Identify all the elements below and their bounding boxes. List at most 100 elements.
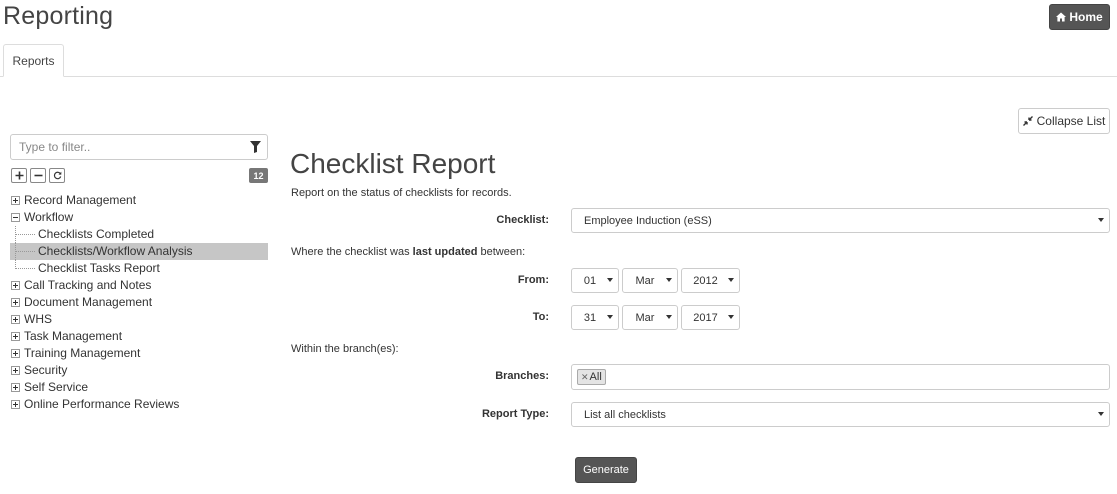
branch-tag: ✕ All [577, 369, 606, 385]
last-updated-prefix: Where the checklist was [291, 246, 413, 258]
tree-node-label: Checklists/Workflow Analysis [38, 244, 193, 258]
tree-node-security[interactable]: Security [10, 362, 268, 379]
tree-node-label: Checklist Tasks Report [38, 261, 160, 275]
report-type-select[interactable]: List all checklists [571, 402, 1110, 427]
checklist-label: Checklist: [496, 214, 549, 226]
tree-node-training-management[interactable]: Training Management [10, 345, 268, 362]
tree-node-label: Self Service [24, 380, 89, 394]
tree-node-workflow[interactable]: Workflow [10, 209, 268, 226]
tabs-divider [0, 76, 1117, 77]
refresh-icon [53, 171, 61, 180]
tree-node-label: Security [24, 363, 68, 377]
report-count-badge: 12 [249, 168, 268, 183]
collapse-list-button[interactable]: Collapse List [1018, 108, 1110, 134]
last-updated-bold: last updated [412, 246, 478, 258]
tree-node-label: Online Performance Reviews [24, 397, 180, 411]
report-title: Checklist Report [290, 148, 496, 179]
chevron-down-icon [728, 315, 734, 319]
chevron-down-icon [607, 278, 613, 282]
tree-node-document-management[interactable]: Document Management [10, 294, 268, 311]
minus-icon [34, 174, 42, 177]
home-icon [1056, 12, 1067, 22]
plus-icon [15, 171, 23, 180]
expand-icon[interactable] [11, 383, 20, 392]
collapse-list-label: Collapse List [1036, 114, 1106, 128]
from-year-select[interactable]: 2012 [681, 268, 740, 293]
tree-node-call-tracking[interactable]: Call Tracking and Notes [10, 277, 268, 294]
tree-node-label: Checklists Completed [38, 227, 155, 241]
last-updated-text: Where the checklist was last updated bet… [291, 246, 525, 258]
tree-node-online-performance-reviews[interactable]: Online Performance Reviews [10, 396, 268, 413]
tree-node-label: Record Management [24, 193, 137, 207]
checklist-select[interactable]: Employee Induction (eSS) [571, 208, 1110, 233]
report-description: Report on the status of checklists for r… [291, 187, 512, 199]
tree-node-checklists-workflow-analysis[interactable]: Checklists/Workflow Analysis [10, 243, 268, 260]
home-button-label: Home [1069, 10, 1103, 24]
tree-connector [15, 251, 35, 252]
report-type-value: List all checklists [584, 408, 666, 421]
chevron-down-icon [607, 315, 613, 319]
chevron-down-icon [728, 278, 734, 282]
page-title: Reporting [3, 2, 114, 30]
filter-icon[interactable] [250, 141, 261, 153]
remove-tag-icon[interactable]: ✕ [581, 372, 589, 383]
from-year-value: 2012 [693, 274, 718, 287]
compress-icon [1022, 116, 1033, 126]
checklist-select-value: Employee Induction (eSS) [584, 214, 712, 227]
from-month-value: Mar [635, 274, 655, 287]
branches-input[interactable]: ✕ All [571, 364, 1110, 390]
expand-icon[interactable] [11, 298, 20, 307]
tree-node-label: WHS [24, 312, 52, 326]
tree-connector [15, 234, 35, 235]
tree-node-self-service[interactable]: Self Service [10, 379, 268, 396]
tree-node-label: Call Tracking and Notes [24, 278, 152, 292]
report-tree: Record Management Workflow Checklists Co… [10, 192, 268, 413]
report-type-label: Report Type: [481, 408, 549, 420]
to-year-select[interactable]: 2017 [681, 305, 740, 330]
tree-tools [11, 168, 65, 183]
tree-node-label: Workflow [24, 210, 74, 224]
from-label: From: [517, 274, 549, 286]
tab-reports[interactable]: Reports [3, 44, 64, 77]
collapse-all-button[interactable] [30, 168, 46, 183]
from-month-select[interactable]: Mar [622, 268, 678, 293]
home-button[interactable]: Home [1049, 4, 1110, 30]
generate-button[interactable]: Generate [575, 457, 637, 483]
expand-icon[interactable] [11, 366, 20, 375]
chevron-down-icon [1098, 218, 1104, 222]
to-label: To: [532, 311, 549, 323]
branch-text: Within the branch(es): [291, 343, 399, 355]
tree-node-label: Document Management [24, 295, 153, 309]
refresh-button[interactable] [49, 168, 65, 183]
branch-tag-label: All [589, 371, 602, 383]
tree-node-label: Training Management [24, 346, 141, 360]
expand-icon[interactable] [11, 315, 20, 324]
from-day-value: 01 [583, 274, 597, 287]
chevron-down-icon [666, 278, 672, 282]
to-month-select[interactable]: Mar [622, 305, 678, 330]
filter-input[interactable] [11, 135, 241, 159]
tree-node-whs[interactable]: WHS [10, 311, 268, 328]
branches-label: Branches: [495, 370, 549, 382]
tree-node-record-management[interactable]: Record Management [10, 192, 268, 209]
collapse-icon[interactable] [11, 213, 20, 222]
expand-icon[interactable] [11, 196, 20, 205]
from-day-select[interactable]: 01 [571, 268, 619, 293]
chevron-down-icon [666, 315, 672, 319]
to-month-value: Mar [635, 311, 655, 324]
chevron-down-icon [1098, 412, 1104, 416]
last-updated-suffix: between: [477, 246, 526, 258]
to-day-value: 31 [583, 311, 597, 324]
tree-node-label: Task Management [24, 329, 123, 343]
expand-icon[interactable] [11, 349, 20, 358]
expand-icon[interactable] [11, 281, 20, 290]
tree-node-task-management[interactable]: Task Management [10, 328, 268, 345]
to-year-value: 2017 [693, 311, 718, 324]
tree-node-checklist-tasks-report[interactable]: Checklist Tasks Report [10, 260, 268, 277]
expand-all-button[interactable] [11, 168, 27, 183]
expand-icon[interactable] [11, 332, 20, 341]
filter-box [10, 134, 268, 160]
tree-node-checklists-completed[interactable]: Checklists Completed [10, 226, 268, 243]
to-day-select[interactable]: 31 [571, 305, 619, 330]
expand-icon[interactable] [11, 400, 20, 409]
